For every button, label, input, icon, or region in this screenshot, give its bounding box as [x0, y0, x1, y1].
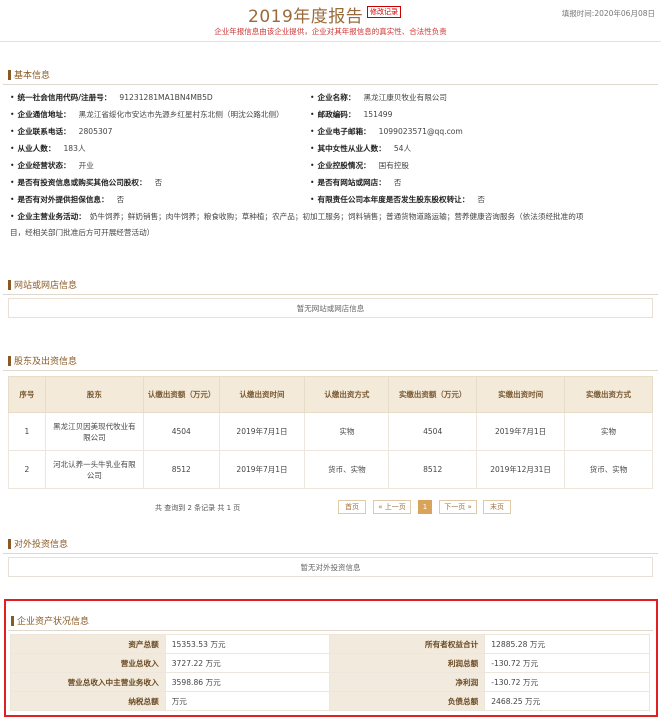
asset-label: 负债总额 [329, 691, 486, 711]
table-cell: 实物 [564, 412, 653, 451]
asset-value: 3598.86 万元 [164, 672, 331, 692]
asset-value: 3727.22 万元 [164, 653, 331, 673]
col-header: 序号 [8, 376, 46, 413]
table-cell: 2 [8, 450, 46, 489]
table-cell: 2019年7月1日 [218, 450, 306, 489]
website-flag-row: • 是否有网站或网店：否 [310, 178, 402, 187]
asset-label: 净利润 [329, 672, 486, 692]
section-basic-title: 基本信息 [8, 68, 50, 81]
section-bar-icon [8, 279, 11, 290]
report-disclaimer: 企业年报信息由该企业提供，企业对其年报信息的真实性、合法性负责 [214, 27, 447, 36]
table-cell: 8512 [142, 450, 220, 489]
pagination-info: 共 查询到 2 条记录 共 1 页 [155, 504, 241, 512]
table-cell: 4504 [388, 412, 478, 451]
business-scope-continued: 目，经相关部门批准后方可开展经营活动） [10, 228, 155, 237]
section-bar-icon [11, 615, 14, 626]
col-header: 实缴出资额（万元） [388, 376, 478, 413]
table-cell: 8512 [388, 450, 478, 489]
section-bar-icon [8, 69, 11, 80]
asset-value: -130.72 万元 [484, 672, 650, 692]
table-cell: 4504 [142, 412, 220, 451]
asset-value: -130.72 万元 [484, 653, 650, 673]
divider [8, 630, 653, 631]
assets-table: 资产总额 15353.53 万元 所有者权益合计 12885.28 万元 营业总… [10, 634, 650, 711]
equity-transfer-row: • 有限责任公司本年度是否发生股东股权转让：否 [310, 195, 485, 204]
asset-value: 15353.53 万元 [164, 634, 331, 654]
prev-page-button[interactable]: « 上一页 [373, 500, 411, 514]
table-row: 2 河北认养一头牛乳业有限公司 8512 2019年7月1日 货币、实物 851… [8, 450, 653, 489]
asset-value: 2468.25 万元 [484, 691, 650, 711]
holding-row: • 企业控股情况： 国有控股 [310, 161, 410, 170]
investment-empty-message: 暂无对外投资信息 [8, 557, 653, 577]
section-bar-icon [8, 355, 11, 366]
current-page-button[interactable]: 1 [418, 500, 432, 514]
asset-label: 纳税总额 [10, 691, 166, 711]
col-header: 实缴出资时间 [476, 376, 566, 413]
address-row: • 企业通信地址： 黑龙江省绥化市安达市先源乡红星村东北侧（明沈公路北侧） [10, 110, 284, 119]
edit-history-button[interactable]: 修改记录 [367, 6, 401, 18]
asset-label: 营业总收入 [10, 653, 166, 673]
table-cell: 黑龙江贝因美现代牧业有限公司 [44, 412, 144, 451]
section-website-title: 网站或网店信息 [8, 278, 77, 291]
report-header: 2019年度报告 修改记录 填报时间:2020年06月08日 企业年报信息由该企… [0, 0, 661, 42]
guarantee-flag-row: • 是否有对外提供担保信息：否 [10, 195, 125, 204]
table-cell: 2019年12月31日 [476, 450, 566, 489]
table-cell: 实物 [304, 412, 390, 451]
col-header: 股东 [44, 376, 144, 413]
table-row: 营业总收入中主营业务收入 3598.86 万元 净利润 -130.72 万元 [10, 672, 650, 692]
col-header: 认缴出资时间 [218, 376, 306, 413]
next-page-button[interactable]: 下一页 » [439, 500, 477, 514]
table-cell: 货币、实物 [304, 450, 390, 489]
col-header: 认缴出资额（万元） [142, 376, 220, 413]
employees-row: • 从业人数： 183人 [10, 144, 86, 153]
table-cell: 2019年7月1日 [476, 412, 566, 451]
table-cell: 1 [8, 412, 46, 451]
table-header-row: 序号 股东 认缴出资额（万元） 认缴出资时间 认缴出资方式 实缴出资额（万元） … [8, 376, 653, 413]
phone-row: • 企业联系电话： 2805307 [10, 127, 113, 136]
credit-code-row: • 统一社会信用代码/注册号： 91231281MA1BN4MB5D [10, 93, 213, 102]
shareholders-table: 序号 股东 认缴出资额（万元） 认缴出资时间 认缴出资方式 实缴出资额（万元） … [8, 376, 653, 489]
postcode-row: • 邮政编码： 151499 [310, 110, 393, 119]
table-row: 1 黑龙江贝因美现代牧业有限公司 4504 2019年7月1日 实物 4504 … [8, 412, 653, 451]
table-row: 纳税总额 万元 负债总额 2468.25 万元 [10, 691, 650, 711]
business-scope-row: • 企业主营业务活动： 奶牛饲养；鲜奶销售；肉牛饲养；粮食收购；草种植；农产品；初加… [10, 212, 584, 221]
investment-flag-row: • 是否有投资信息或购买其他公司股权：否 [10, 178, 163, 187]
asset-label: 利润总额 [329, 653, 486, 673]
company-name-row: • 企业名称： 黑龙江康贝牧业有限公司 [310, 93, 447, 102]
asset-label: 所有者权益合计 [329, 634, 486, 654]
table-cell: 2019年7月1日 [218, 412, 306, 451]
report-title: 2019年度报告 [248, 7, 364, 27]
asset-value: 12885.28 万元 [484, 634, 650, 654]
table-row: 营业总收入 3727.22 万元 利润总额 -130.72 万元 [10, 653, 650, 673]
table-row: 资产总额 15353.53 万元 所有者权益合计 12885.28 万元 [10, 634, 650, 654]
email-row: • 企业电子邮箱： 1099023571@qq.com [310, 127, 463, 136]
section-bar-icon [8, 538, 11, 549]
section-investment-title: 对外投资信息 [8, 537, 68, 550]
fill-date: 填报时间:2020年06月08日 [561, 9, 655, 18]
divider [3, 84, 658, 85]
asset-value: 万元 [164, 691, 331, 711]
divider [3, 370, 658, 371]
table-cell: 河北认养一头牛乳业有限公司 [44, 450, 144, 489]
divider [3, 553, 658, 554]
col-header: 认缴出资方式 [304, 376, 390, 413]
asset-label: 资产总额 [10, 634, 166, 654]
female-employees-row: • 其中女性从业人数： 54人 [310, 144, 412, 153]
status-row: • 企业经营状态： 开业 [10, 161, 94, 170]
divider [3, 294, 658, 295]
section-assets-title: 企业资产状况信息 [11, 614, 89, 627]
table-cell: 货币、实物 [564, 450, 653, 489]
asset-label: 营业总收入中主营业务收入 [10, 672, 166, 692]
first-page-button[interactable]: 首页 [338, 500, 366, 514]
last-page-button[interactable]: 末页 [483, 500, 511, 514]
website-empty-message: 暂无网站或网店信息 [8, 298, 653, 318]
col-header: 实缴出资方式 [564, 376, 653, 413]
section-shareholders-title: 股东及出资信息 [8, 354, 77, 367]
